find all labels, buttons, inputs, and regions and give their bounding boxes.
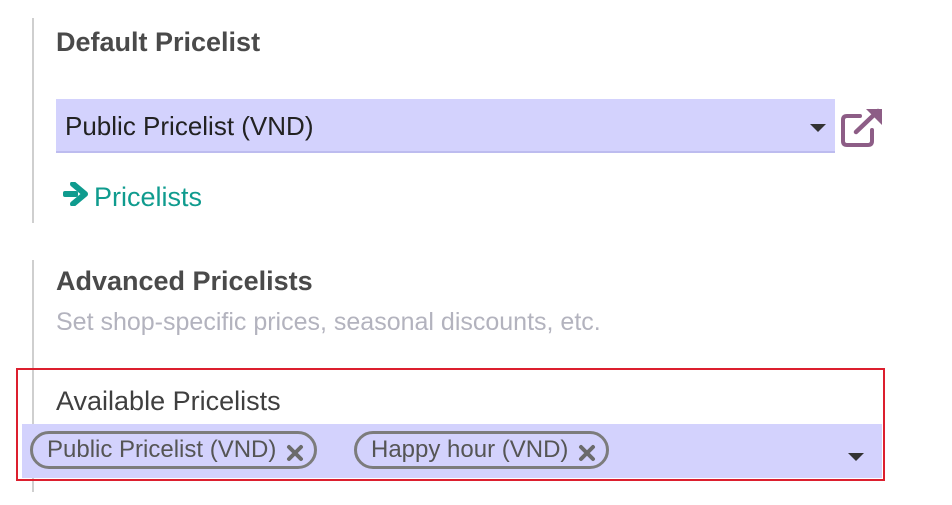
- external-link-icon[interactable]: [838, 106, 886, 150]
- default-pricelist-select[interactable]: Public Pricelist (VND): [56, 99, 835, 153]
- default-pricelist-title: Default Pricelist: [56, 27, 261, 57]
- advanced-pricelists-title: Advanced Pricelists: [56, 266, 313, 296]
- remove-tag-icon[interactable]: [578, 441, 596, 461]
- remove-tag-icon[interactable]: [286, 441, 304, 461]
- pricelist-settings: Default Pricelist Public Pricelist (VND)…: [0, 0, 952, 505]
- available-pricelists-field[interactable]: Public Pricelist (VND) Happy hour (VND): [22, 424, 882, 478]
- pricelist-tag[interactable]: Happy hour (VND): [354, 431, 610, 469]
- available-pricelists-label: Available Pricelists: [56, 386, 281, 416]
- pricelist-tag-label: Public Pricelist (VND): [47, 436, 277, 463]
- pricelist-tag-label: Happy hour (VND): [371, 436, 569, 463]
- arrow-right-icon: [62, 181, 88, 213]
- section-divider: [32, 18, 34, 223]
- chevron-down-icon[interactable]: [848, 453, 864, 461]
- chevron-down-icon[interactable]: [810, 124, 826, 132]
- pricelist-tag[interactable]: Public Pricelist (VND): [30, 431, 318, 469]
- pricelists-link-label: Pricelists: [94, 182, 203, 212]
- advanced-pricelists-description: Set shop-specific prices, seasonal disco…: [56, 308, 601, 336]
- default-pricelist-value: Public Pricelist (VND): [65, 111, 314, 141]
- pricelists-link[interactable]: Pricelists: [62, 181, 203, 213]
